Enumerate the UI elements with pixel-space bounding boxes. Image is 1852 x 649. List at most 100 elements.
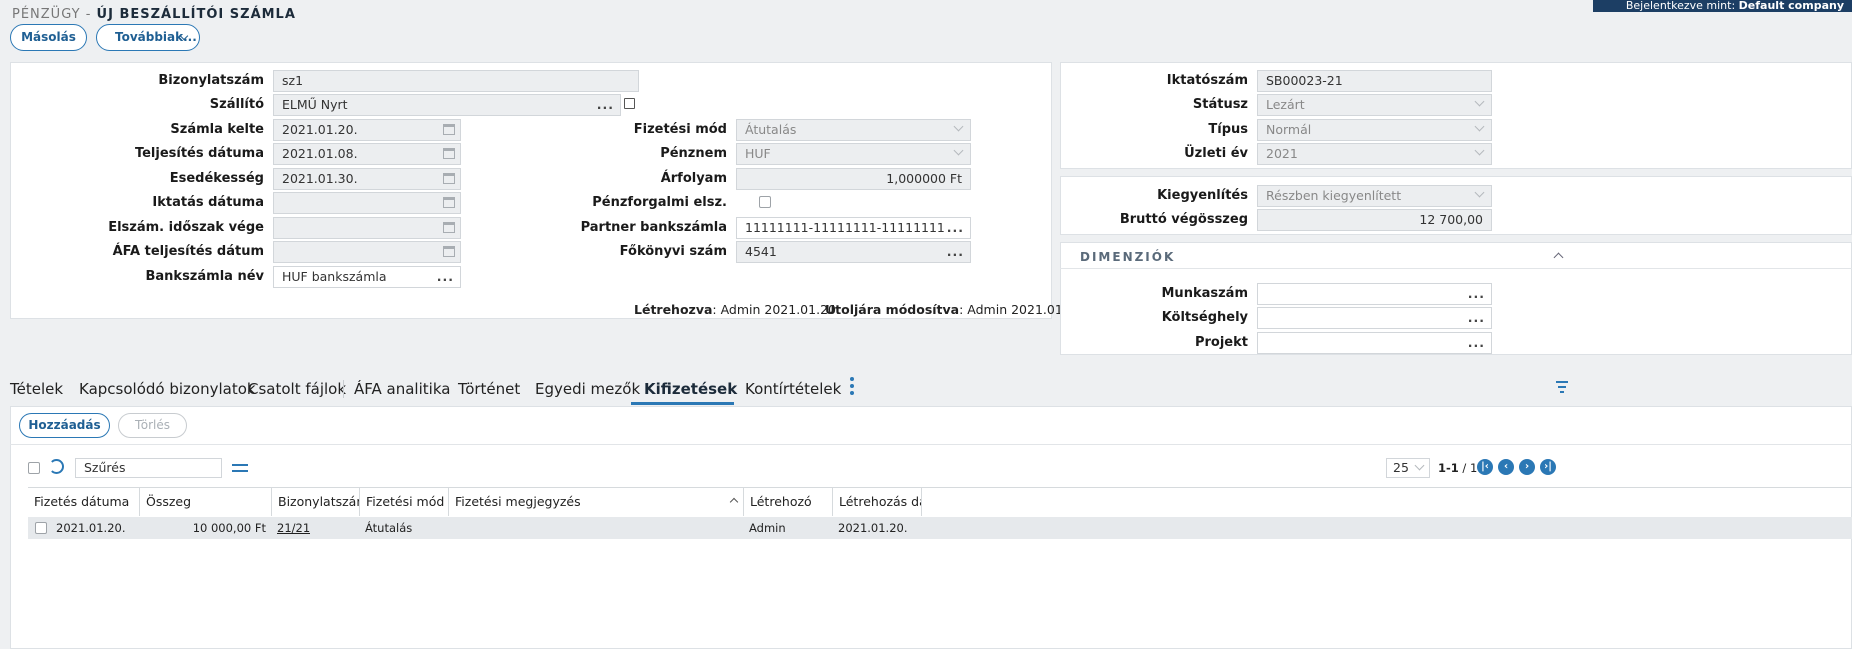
brutto-field[interactable]: 12 700,00 [1257, 209, 1492, 231]
koltseghely-label: Költséghely [1161, 310, 1248, 325]
koltseghely-field[interactable]: ... [1257, 307, 1492, 329]
active-tab-indicator [631, 402, 734, 405]
penznem-value: HUF [745, 146, 771, 161]
filter-input[interactable]: Szűrés [75, 458, 222, 478]
munkaszam-field[interactable]: ... [1257, 283, 1492, 305]
tipus-label: Típus [1208, 122, 1248, 137]
kiegyenlites-select[interactable]: Részben kiegyenlített [1257, 185, 1492, 207]
row-checkbox[interactable] [35, 522, 47, 534]
szallito-field[interactable]: ELMŰ Nyrt... [273, 94, 621, 116]
more-button[interactable]: Továbbiak... [96, 24, 200, 51]
first-page-icon[interactable]: |‹ [1477, 459, 1493, 475]
fizetesi-mod-select[interactable]: Átutalás [736, 119, 971, 141]
page-size-select[interactable]: 25 [1386, 458, 1430, 478]
prev-page-icon[interactable]: ‹ [1498, 459, 1514, 475]
pager-range-rest: / 1 [1458, 461, 1478, 475]
last-page-icon[interactable]: ›| [1540, 459, 1556, 475]
esedekesseg-label: Esedékesség [169, 171, 264, 186]
breadcrumb-section[interactable]: PÉNZÜGY - [12, 7, 97, 22]
col-header-date[interactable]: Fizetés dátuma [28, 488, 140, 516]
cell-created: 2021.01.20. [838, 521, 908, 535]
calendar-icon[interactable] [443, 148, 455, 159]
calendar-icon[interactable] [443, 124, 455, 135]
col-header-note[interactable]: Fizetési megjegyzés [449, 488, 744, 516]
lookup-dots-icon[interactable]: ... [597, 95, 614, 115]
bizonylatszam-label: Bizonylatszám [158, 73, 264, 88]
penznem-select[interactable]: HUF [736, 143, 971, 165]
chevron-down-icon [953, 145, 964, 156]
teljesites-label: Teljesítés dátuma [134, 146, 264, 161]
page-size-value: 25 [1393, 460, 1409, 475]
tab-csatolt[interactable]: Csatolt fájlok [248, 380, 346, 398]
cell-amount: 10 000,00 Ft [192, 521, 266, 535]
chevron-down-icon [953, 121, 964, 132]
esedekesseg-field[interactable]: 2021.01.30. [273, 168, 461, 190]
more-vertical-icon[interactable] [850, 377, 855, 397]
next-page-icon[interactable]: › [1519, 459, 1535, 475]
pager-range: 1-1 / 1 [1438, 461, 1477, 475]
filter-icon[interactable] [1556, 381, 1568, 395]
munkaszam-label: Munkaszám [1161, 286, 1249, 301]
modified-label: Utoljára módosítva [825, 302, 960, 317]
created-info: Létrehozva: Admin 2021.01.20. [634, 302, 840, 317]
teljesites-field[interactable]: 2021.01.08. [273, 143, 461, 165]
fokonyvi-field[interactable]: 4541... [736, 241, 971, 263]
tipus-value: Normál [1266, 122, 1312, 137]
lookup-dots-icon[interactable]: ... [947, 218, 964, 238]
szamla-kelte-field[interactable]: 2021.01.20. [273, 119, 461, 141]
brutto-value: 12 700,00 [1419, 212, 1483, 227]
refresh-icon[interactable] [49, 459, 64, 474]
add-button[interactable]: Hozzáadás [19, 413, 110, 438]
col-header-doc[interactable]: Bizonylatszám [272, 488, 360, 516]
cell-creator: Admin [749, 521, 786, 535]
col-header-creator[interactable]: Létrehozó [744, 488, 833, 516]
lookup-dots-icon[interactable]: ... [1468, 284, 1485, 304]
cell-doc-link[interactable]: 21/21 [277, 517, 310, 539]
bankszamla-nev-field[interactable]: HUF bankszámla... [273, 266, 461, 288]
penzforgalmi-label: Pénzforgalmi elsz. [592, 195, 727, 210]
brutto-label: Bruttó végösszeg [1119, 212, 1248, 227]
partner-bank-field[interactable]: 11111111-11111111-11111111... [736, 217, 971, 239]
statusz-select[interactable]: Lezárt [1257, 94, 1492, 116]
lookup-dots-icon[interactable]: ... [437, 267, 454, 287]
delete-button[interactable]: Törlés [118, 413, 187, 438]
calendar-icon[interactable] [443, 173, 455, 184]
elszam-field[interactable] [273, 217, 461, 239]
lookup-dots-icon[interactable]: ... [947, 242, 964, 262]
iktatas-field[interactable] [273, 192, 461, 214]
calendar-icon[interactable] [443, 246, 455, 257]
lookup-dots-icon[interactable]: ... [1468, 333, 1485, 353]
tab-tortenet[interactable]: Történet [458, 380, 520, 398]
divider [10, 444, 1852, 445]
bankszamla-nev-value: HUF bankszámla [282, 269, 387, 284]
lookup-dots-icon[interactable]: ... [1468, 308, 1485, 328]
iktatoszam-field[interactable]: SB00023-21 [1257, 70, 1492, 92]
col-header-amount[interactable]: Összeg [140, 488, 272, 516]
edit-icon[interactable] [624, 98, 635, 109]
arfolyam-field[interactable]: 1,000000 Ft [736, 168, 971, 190]
afa-telj-field[interactable] [273, 241, 461, 263]
tab-kapcsolodo[interactable]: Kapcsolódó bizonylatok [79, 380, 256, 398]
tab-egyedi[interactable]: Egyedi mezők [535, 380, 640, 398]
tab-afa[interactable]: ÁFA analitika [354, 380, 450, 398]
tab-kontir[interactable]: Kontírtételek [745, 380, 841, 398]
dimensions-header[interactable]: DIMENZIÓK [1080, 250, 1175, 264]
projekt-field[interactable]: ... [1257, 332, 1492, 354]
kiegyenlites-value: Részben kiegyenlített [1266, 188, 1402, 203]
uzleti-ev-value: 2021 [1266, 146, 1298, 161]
tab-kifizetesek[interactable]: Kifizetések [644, 380, 737, 398]
calendar-icon[interactable] [443, 222, 455, 233]
uzleti-ev-select[interactable]: 2021 [1257, 143, 1492, 165]
penzforgalmi-checkbox[interactable] [759, 196, 771, 208]
szamla-kelte-value: 2021.01.20. [282, 122, 358, 137]
arfolyam-label: Árfolyam [660, 171, 727, 186]
col-header-mode[interactable]: Fizetési mód [360, 488, 449, 516]
select-all-checkbox[interactable] [28, 462, 40, 474]
tab-tetelek[interactable]: Tételek [10, 380, 63, 398]
tipus-select[interactable]: Normál [1257, 119, 1492, 141]
bizonylatszam-field[interactable]: sz1 [273, 70, 639, 92]
swap-icon[interactable] [232, 461, 248, 475]
calendar-icon[interactable] [443, 197, 455, 208]
col-header-created[interactable]: Létrehozás dátu [833, 488, 922, 516]
copy-button[interactable]: Másolás [10, 24, 87, 51]
